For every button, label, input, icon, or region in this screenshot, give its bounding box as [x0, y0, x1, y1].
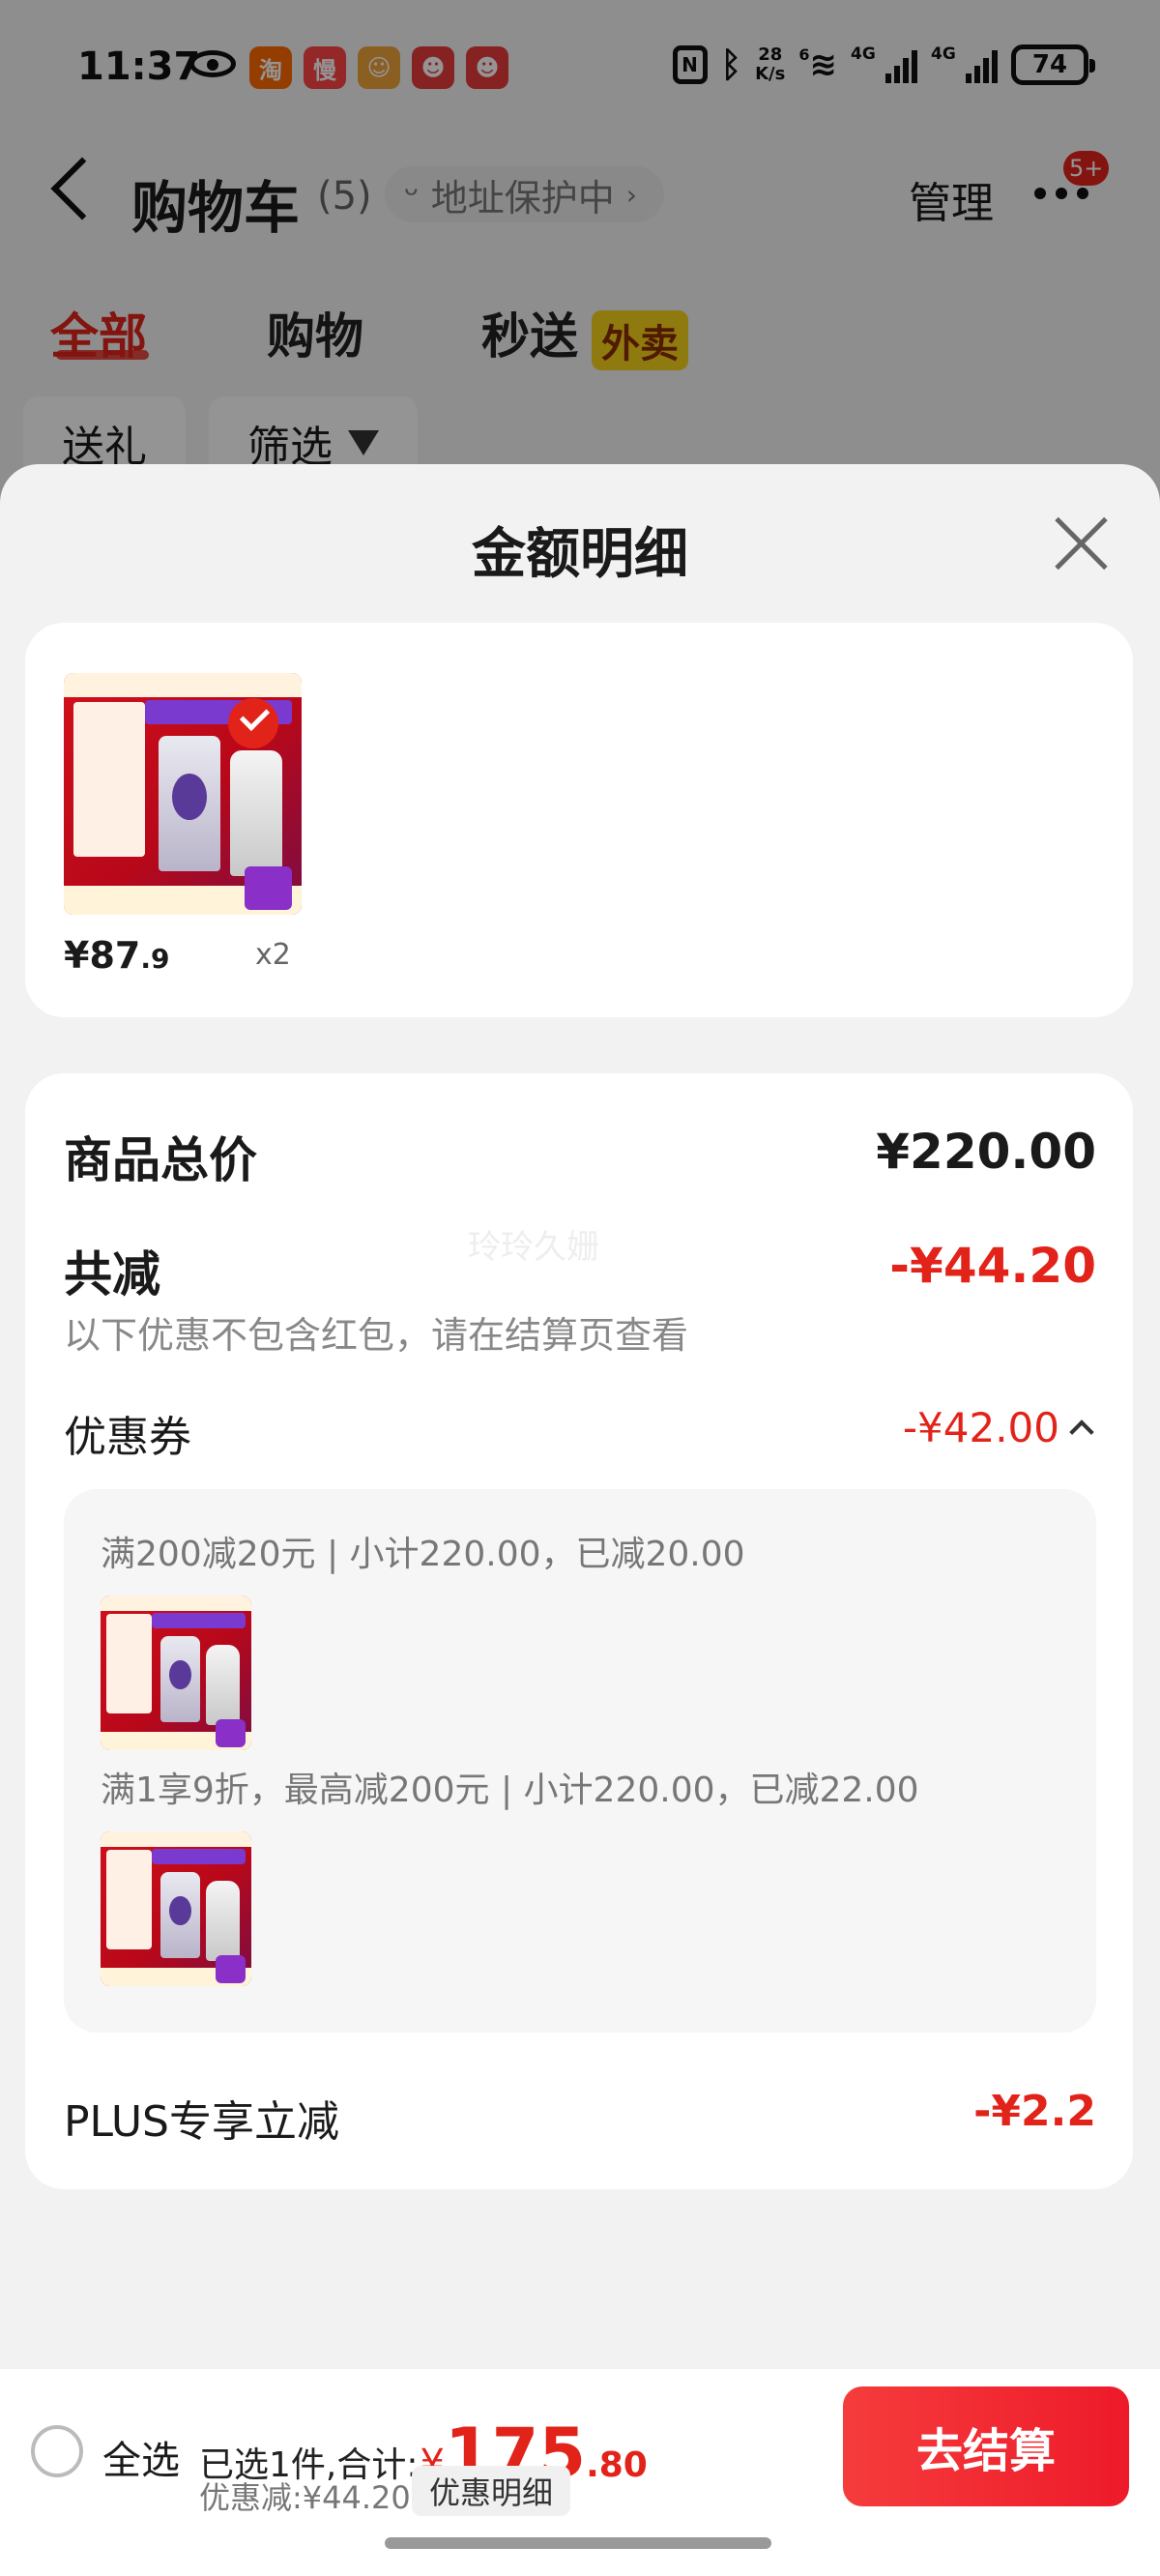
home-indicator[interactable]	[385, 2537, 771, 2549]
close-icon[interactable]	[1052, 514, 1110, 572]
item-price: ¥87.9	[64, 934, 169, 977]
checkout-button[interactable]: 去结算	[843, 2386, 1129, 2506]
checkout-bar: 全选 已选1件,合计: ¥ 175 .80 优惠减:¥44.20 优惠明细 去结…	[0, 2369, 1160, 2576]
coupon-detail-box: 满200减20元 | 小计220.00，已减20.00 满1享9折，最高减200…	[64, 1489, 1096, 2033]
item-price-dec: .9	[140, 943, 170, 975]
total-price-value: ¥220.00	[876, 1124, 1096, 1180]
total-price-label: 商品总价	[64, 1132, 257, 1188]
reduce-value: -¥44.20	[889, 1238, 1096, 1294]
sheet-title: 金额明细	[472, 523, 688, 586]
item-price-int: ¥87	[64, 934, 141, 977]
selected-check-icon	[228, 698, 278, 748]
select-all-radio[interactable]	[31, 2425, 83, 2477]
total-amount-dec: .80	[586, 2445, 648, 2485]
reduce-label: 共减	[64, 1246, 160, 1303]
coupon-value: -¥42.00	[902, 1404, 1059, 1451]
coupon-line-1: 满200减20元 | 小计220.00，已减20.00	[101, 1535, 745, 1574]
coupon-toggle[interactable]: -¥42.00	[902, 1404, 1094, 1451]
coupon-line-2: 满1享9折，最高减200元 | 小计220.00，已减22.00	[101, 1771, 919, 1810]
discount-note: 以下优惠不包含红包，请在结算页查看	[64, 1314, 689, 1357]
watermark: 玲玲久姗	[468, 1228, 599, 1267]
discount-detail-button[interactable]: 优惠明细	[412, 2466, 571, 2516]
coupon-product-thumbnail-2	[101, 1831, 251, 1986]
discount-amount: 优惠减:¥44.20	[199, 2479, 411, 2516]
chevron-up-icon	[1069, 1419, 1094, 1445]
plus-discount-value: -¥2.2	[973, 2087, 1096, 2136]
coupon-label: 优惠券	[64, 1413, 191, 1462]
plus-discount-label: PLUS专享立减	[64, 2097, 339, 2147]
item-quantity: x2	[255, 938, 291, 972]
coupon-product-thumbnail-1	[101, 1595, 251, 1750]
select-all-label[interactable]: 全选	[102, 2429, 180, 2485]
